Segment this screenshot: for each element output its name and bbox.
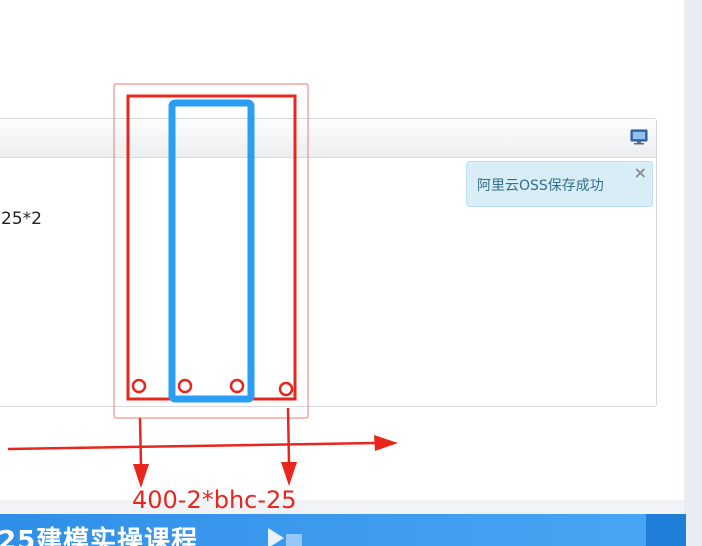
panel-text: 2*25 (1, 209, 42, 229)
close-icon[interactable]: × (634, 163, 647, 182)
monitor-icon[interactable] (630, 129, 648, 145)
banner-text: 25建模实操课程 (0, 526, 199, 546)
course-banner[interactable]: 25建模实操课程 (0, 514, 686, 546)
scrollbar-track[interactable] (684, 0, 702, 546)
play-icon (268, 528, 302, 546)
banner-side-panel (646, 514, 686, 546)
dimension-label: 400-2*bhc-25 (132, 486, 297, 514)
toast-message: 阿里云OSS保存成功 (477, 178, 604, 194)
panel-header (0, 119, 656, 158)
success-toast: 阿里云OSS保存成功 × (466, 161, 653, 207)
